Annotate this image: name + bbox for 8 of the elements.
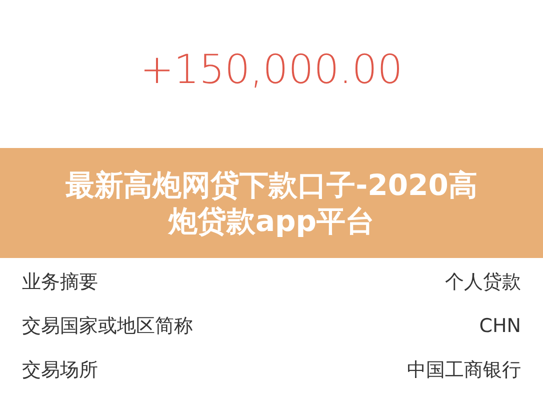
- transaction-amount: +150,000.00: [140, 46, 403, 95]
- detail-label: 业务摘要: [22, 270, 98, 295]
- detail-value: 个人贷款: [445, 270, 521, 295]
- detail-value: 中国工商银行: [407, 358, 521, 383]
- detail-label: 交易场所: [22, 358, 98, 383]
- detail-value: CHN: [479, 314, 521, 339]
- detail-label: 交易国家或地区简称: [22, 314, 193, 339]
- banner-title: 最新高炮网贷下款口子-2020高炮贷款app平台: [64, 166, 478, 240]
